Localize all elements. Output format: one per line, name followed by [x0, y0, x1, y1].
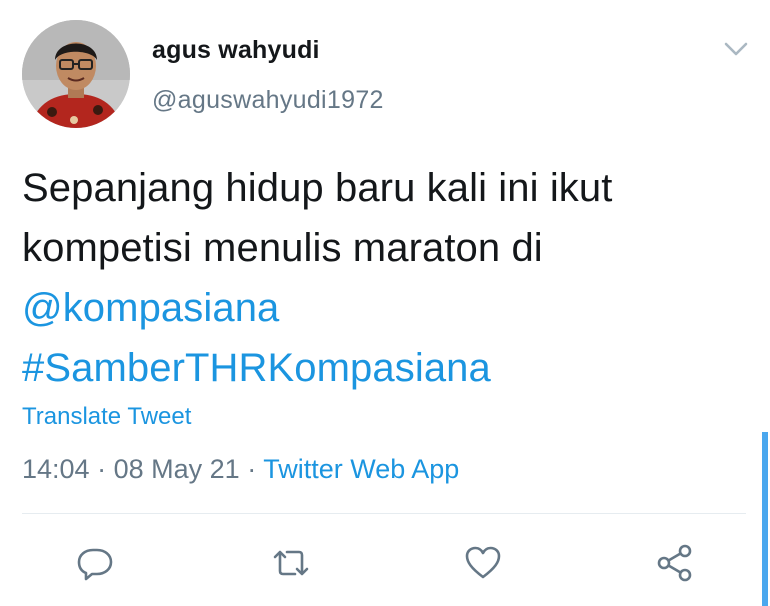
like-button[interactable]: [460, 540, 506, 586]
mention-link[interactable]: @kompasiana: [22, 278, 742, 338]
share-icon: [657, 544, 692, 582]
avatar[interactable]: [22, 20, 130, 128]
divider: [22, 513, 746, 514]
reply-button[interactable]: [72, 540, 118, 586]
reply-icon: [77, 548, 113, 581]
tweet-text-line: kompetisi menulis maraton di: [22, 226, 543, 270]
tweet-metadata: 14:04 · 08 May 21 · Twitter Web App: [22, 454, 459, 485]
chevron-down-icon[interactable]: [722, 38, 750, 60]
heart-icon: [465, 546, 501, 579]
source-link[interactable]: Twitter Web App: [263, 454, 459, 484]
tweet-date: 08 May 21: [113, 454, 240, 484]
separator: ·: [97, 454, 107, 484]
retweet-button[interactable]: [268, 540, 314, 586]
hashtag-link[interactable]: #SamberTHRKompasiana: [22, 338, 742, 398]
share-button[interactable]: [652, 540, 698, 586]
retweet-icon: [273, 550, 309, 576]
tweet-text: Sepanjang hidup baru kali ini ikut kompe…: [22, 158, 742, 398]
display-name[interactable]: agus wahyudi: [152, 36, 320, 65]
avatar-photo: [22, 20, 130, 128]
tweet-card: agus wahyudi @aguswahyudi1972 Sepanjang …: [0, 0, 770, 606]
tweet-text-line: Sepanjang hidup baru kali ini ikut: [22, 166, 613, 210]
user-handle[interactable]: @aguswahyudi1972: [152, 86, 384, 115]
separator: ·: [247, 454, 257, 484]
translate-tweet-link[interactable]: Translate Tweet: [22, 403, 191, 431]
tweet-time: 14:04: [22, 454, 90, 484]
scrollbar[interactable]: [762, 432, 768, 606]
